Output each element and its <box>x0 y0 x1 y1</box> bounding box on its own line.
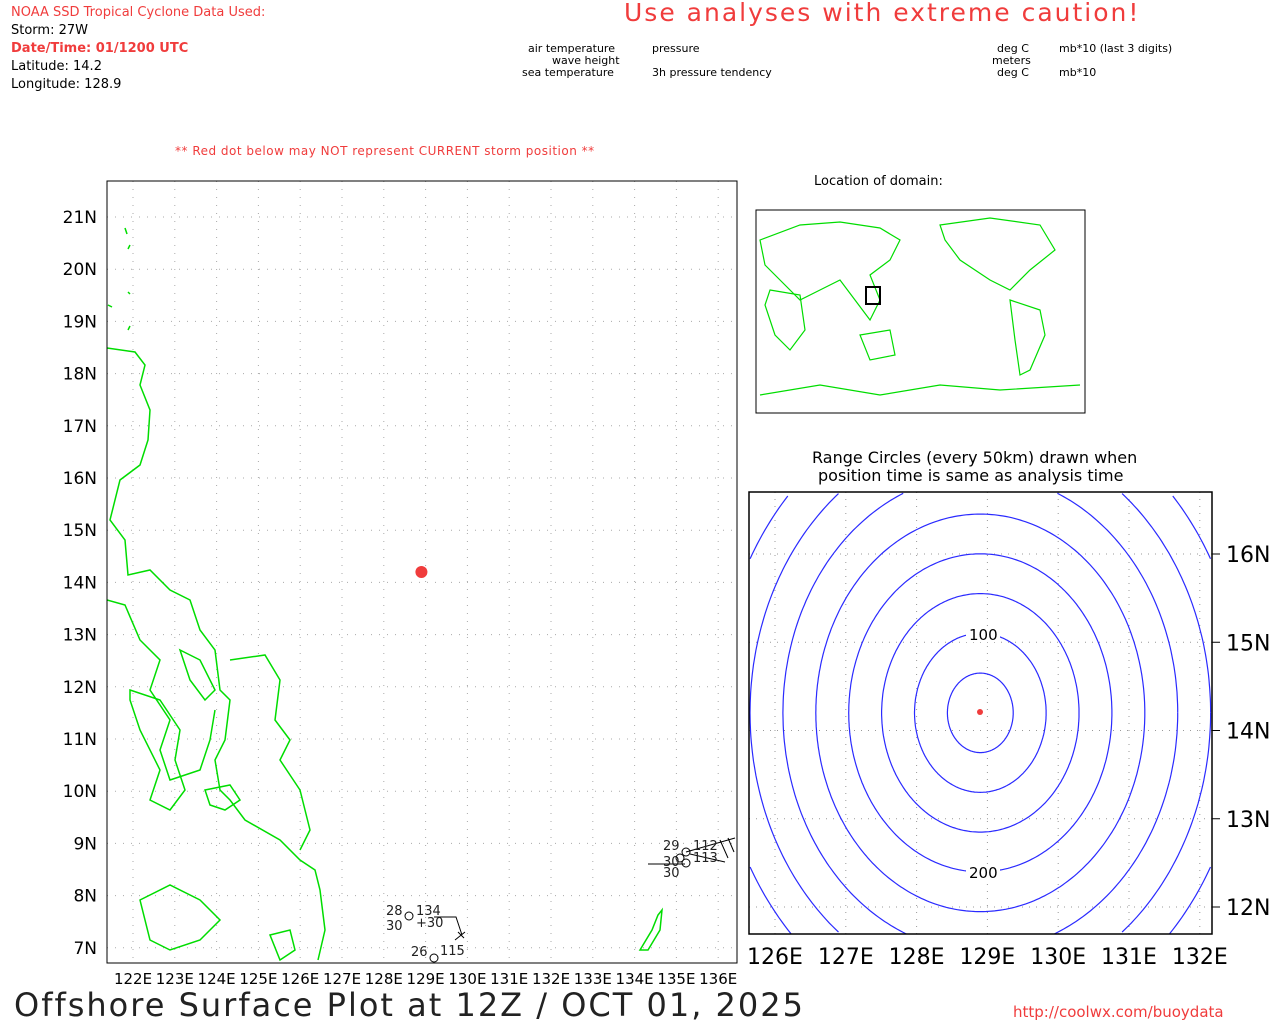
obs-air: 29 <box>663 839 680 854</box>
obs-pressure: 115 <box>440 944 465 959</box>
lat-tick-label: 14N <box>63 573 97 593</box>
lat-tick-label: 11N <box>63 730 97 750</box>
ring-label-200: 200 <box>969 864 998 882</box>
range-lat-label: 13N <box>1226 808 1270 833</box>
range-storm-dot <box>977 709 983 715</box>
lat-tick-label: 16N <box>63 469 97 489</box>
lat-tick-label: 17N <box>63 417 97 437</box>
footer-url[interactable]: http://coolwx.com/buoydata <box>1013 1003 1224 1021</box>
ring-label-100: 100 <box>969 626 998 644</box>
lat-tick-label: 19N <box>63 312 97 332</box>
lat-tick-label: 9N <box>73 834 97 854</box>
range-lat-label: 14N <box>1226 720 1270 745</box>
lat-tick-label: 20N <box>63 260 97 280</box>
lat-tick-label: 15N <box>63 521 97 541</box>
lat-tick-label: 12N <box>63 678 97 698</box>
range-lat-label: 15N <box>1226 631 1270 656</box>
lat-tick-label: 8N <box>73 887 97 907</box>
lat-tick-label: 10N <box>63 782 97 802</box>
range-lon-label: 128E <box>889 945 945 970</box>
range-lon-label: 129E <box>959 945 1015 970</box>
lat-tick-label: 18N <box>63 365 97 385</box>
obs-tendency: +30 <box>416 916 443 931</box>
range-lat-label: 16N <box>1226 543 1270 568</box>
obs-air: 26 <box>411 945 428 960</box>
storm-position-dot <box>415 565 428 578</box>
obs-air: 28 <box>386 904 403 919</box>
range-lat-label: 12N <box>1226 896 1270 921</box>
range-lon-label: 126E <box>747 945 803 970</box>
coastline <box>107 227 663 962</box>
obs-sea: 30 <box>386 919 403 934</box>
footer-title: Offshore Surface Plot at 12Z / OCT 01, 2… <box>14 986 805 1024</box>
obs-air: 30 <box>663 866 680 881</box>
lat-tick-label: 7N <box>73 939 97 959</box>
range-lon-label: 131E <box>1101 945 1157 970</box>
locator-map-frame <box>755 209 1086 414</box>
obs-pressure: 113 <box>693 851 718 866</box>
range-lon-label: 132E <box>1172 945 1228 970</box>
map-canvas: 28 134 30 +30 26 115 29 112 30 113 30 12… <box>63 180 1270 988</box>
range-lon-label: 127E <box>818 945 874 970</box>
lat-tick-label: 21N <box>63 208 97 228</box>
lat-tick-label: 13N <box>63 626 97 646</box>
range-lon-label: 130E <box>1030 945 1086 970</box>
